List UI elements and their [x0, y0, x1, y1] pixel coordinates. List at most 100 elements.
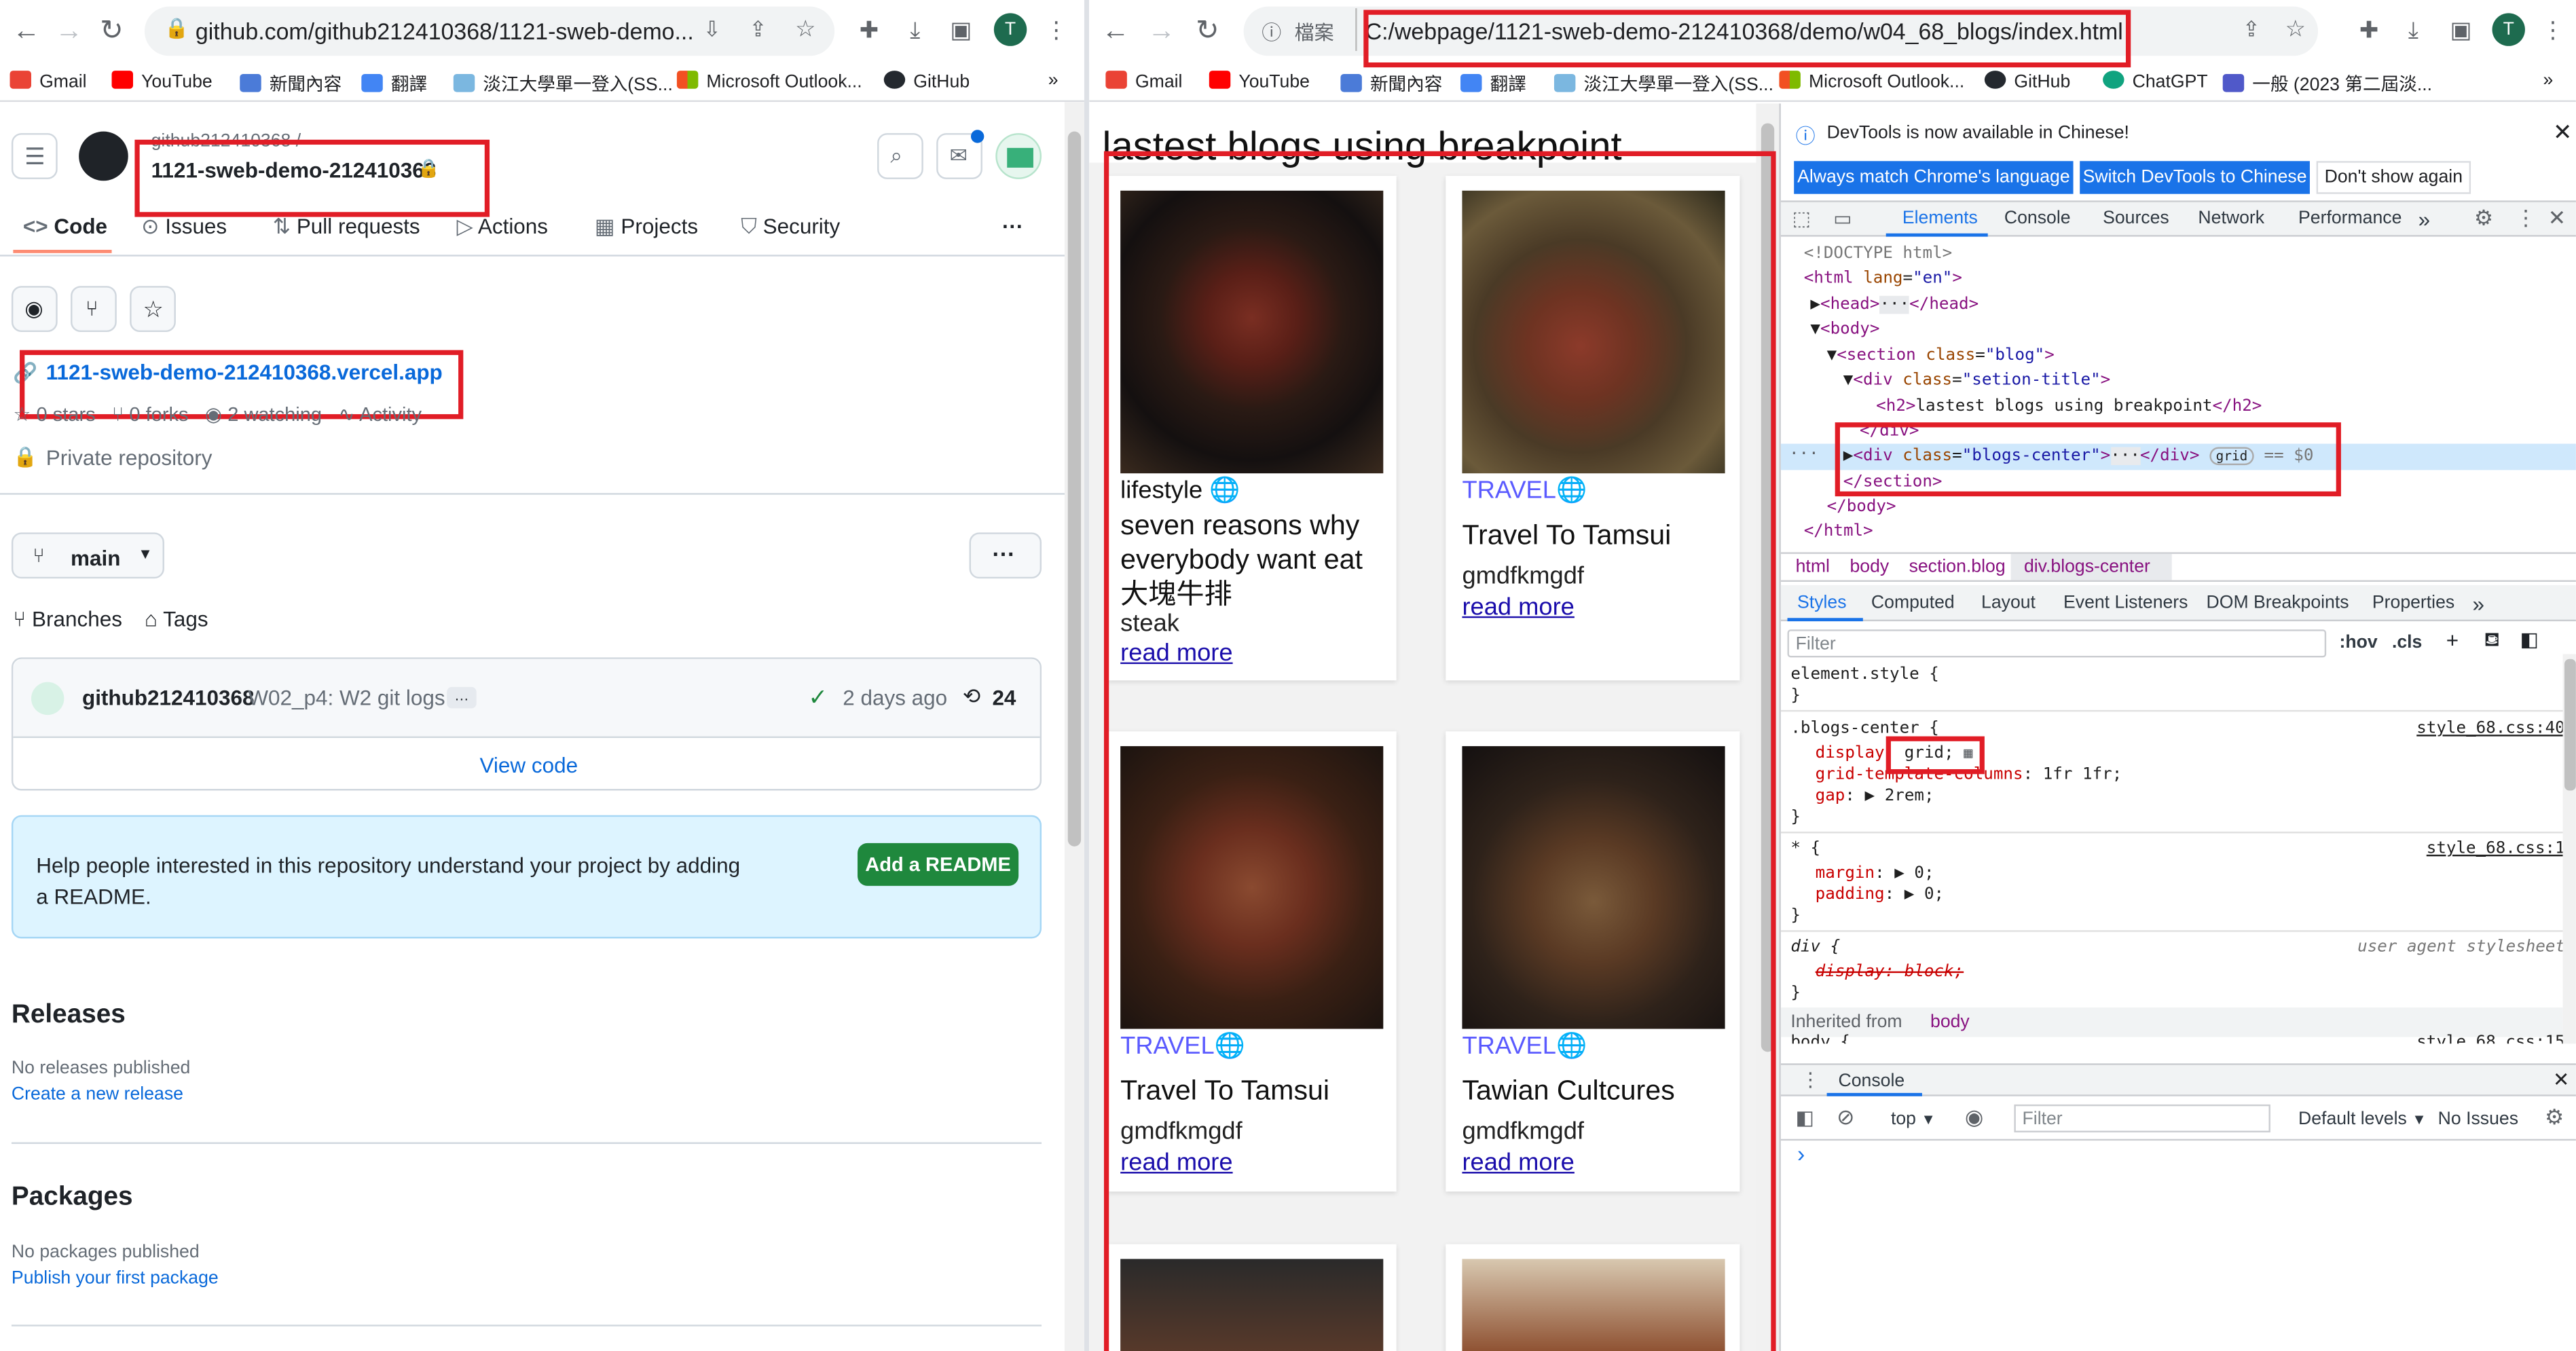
- back-icon[interactable]: ←: [10, 15, 43, 48]
- dom-h2[interactable]: <h2>lastest blogs using breakpoint</h2>: [1876, 398, 2262, 416]
- right-address-bar[interactable]: ⓘ 檔案 C:/webpage/1121-sweb-demo-212410368…: [1243, 6, 2319, 56]
- grid-badge[interactable]: grid: [2209, 447, 2254, 466]
- drawer-console-tab[interactable]: Console: [1839, 1071, 1905, 1091]
- dont-show-button[interactable]: Don't show again: [2316, 161, 2471, 194]
- grid-editor-icon[interactable]: ▦: [1964, 746, 1972, 762]
- bookmark-translate[interactable]: 翻譯: [1460, 71, 1526, 97]
- tab-actions[interactable]: ▷ Actions: [457, 214, 548, 240]
- read-more-link[interactable]: read more: [1462, 1149, 1574, 1177]
- bookmark-teams[interactable]: 一般 (2023 第二屆淡...: [2222, 71, 2432, 97]
- download-icon[interactable]: ⤓: [900, 15, 930, 45]
- branch-select[interactable]: ⑂ main ▼: [11, 532, 164, 579]
- blogs-center-selector[interactable]: .blogs-center {: [1790, 720, 1939, 738]
- tab-console[interactable]: Console: [2004, 208, 2071, 228]
- reload-icon[interactable]: ↻: [1191, 15, 1223, 48]
- close-devtools-icon[interactable]: ✕: [2548, 206, 2566, 232]
- left-url[interactable]: github.com/github212410368/1121-sweb-dem…: [196, 18, 694, 45]
- clear-console-icon[interactable]: ⊘: [1837, 1105, 1854, 1131]
- tabs-more[interactable]: ···: [1002, 214, 1023, 238]
- body-rule[interactable]: body {: [1790, 1034, 1850, 1044]
- decl-gap[interactable]: gap: ▶ 2rem;: [1816, 788, 1934, 806]
- tab-computed[interactable]: Computed: [1871, 593, 1955, 613]
- switch-chinese-button[interactable]: Switch DevTools to Chinese: [2080, 161, 2310, 194]
- github-logo-icon[interactable]: [79, 131, 128, 181]
- paint-icon[interactable]: ⛾: [2484, 628, 2500, 654]
- bookmark-translate[interactable]: 翻譯: [361, 71, 427, 97]
- forks-link[interactable]: 0 forks: [129, 403, 188, 426]
- sidepanel-icon[interactable]: ▣: [2446, 15, 2476, 45]
- dom-body[interactable]: ▼<body>: [1810, 320, 1879, 339]
- tab-network[interactable]: Network: [2198, 208, 2264, 228]
- crumb-div[interactable]: div.blogs-center: [2024, 557, 2150, 577]
- download-icon[interactable]: ⤓: [2399, 15, 2429, 45]
- styles-scrollbar[interactable]: [2562, 654, 2576, 1044]
- profile-avatar[interactable]: T: [2492, 13, 2525, 46]
- close-drawer-icon[interactable]: ✕: [2553, 1069, 2569, 1092]
- commit-message[interactable]: W02_p4: W2 git logs: [248, 686, 445, 710]
- hov-toggle[interactable]: :hov: [2340, 633, 2378, 652]
- fork-button[interactable]: ⑂: [71, 286, 117, 333]
- bookmark-news[interactable]: 新聞內容: [240, 71, 342, 97]
- activity-link[interactable]: Activity: [359, 403, 422, 426]
- cls-toggle[interactable]: .cls: [2392, 633, 2422, 652]
- tab-properties[interactable]: Properties: [2372, 593, 2454, 613]
- dom-section[interactable]: ▼<section class="blog">: [1827, 347, 2055, 365]
- hamburger-button[interactable]: ☰: [11, 133, 58, 179]
- match-language-button[interactable]: Always match Chrome's language: [1794, 161, 2074, 194]
- commit-expand[interactable]: …: [447, 686, 477, 709]
- blogs-center-source[interactable]: style_68.css:40: [2416, 720, 2562, 738]
- view-code-link[interactable]: View code: [480, 753, 578, 777]
- console-filter[interactable]: Filter: [2014, 1104, 2270, 1133]
- left-address-bar[interactable]: 🔒 github.com/github212410368/1121-sweb-d…: [144, 6, 835, 56]
- bookmark-github[interactable]: GitHub: [1984, 71, 2070, 92]
- bookmark-gmail[interactable]: Gmail: [1105, 71, 1182, 92]
- right-url[interactable]: C:/webpage/1121-sweb-demo-212410368/demo…: [1365, 18, 2123, 45]
- inherited-element[interactable]: body: [1930, 1012, 1970, 1032]
- stars-link[interactable]: 0 stars: [36, 403, 95, 426]
- user-avatar[interactable]: [995, 133, 1042, 179]
- commit-author[interactable]: github212410368: [82, 686, 255, 710]
- dom-div-close[interactable]: </div>: [1860, 422, 1919, 441]
- console-prompt[interactable]: ›: [1797, 1141, 1805, 1167]
- bookmarks-more[interactable]: »: [2543, 71, 2554, 90]
- star-icon[interactable]: ☆: [2285, 15, 2306, 43]
- create-release-link[interactable]: Create a new release: [12, 1085, 183, 1105]
- bookmark-tku-sso[interactable]: 淡江大學單一登入(SS...: [453, 71, 673, 97]
- decl-padding[interactable]: padding: ▶ 0;: [1816, 886, 1944, 904]
- dom-head[interactable]: ▶<head>···</head>: [1810, 295, 1979, 314]
- crumb-body[interactable]: body: [1850, 557, 1889, 577]
- publish-package-link[interactable]: Publish your first package: [12, 1269, 219, 1289]
- settings-gear-icon[interactable]: ⚙: [2474, 206, 2493, 232]
- sidebar-toggle-icon[interactable]: ◧: [2520, 628, 2539, 651]
- bookmark-gmail[interactable]: Gmail: [10, 71, 87, 92]
- dom-html-open[interactable]: <html lang="en">: [1804, 270, 1962, 288]
- left-scroll-thumb[interactable]: [1067, 131, 1082, 847]
- tab-dom-breakpoints[interactable]: DOM Breakpoints: [2207, 593, 2349, 613]
- decl-grid-columns[interactable]: grid-template-columns: 1fr 1fr;: [1816, 766, 2122, 784]
- console-settings-icon[interactable]: ⚙: [2545, 1105, 2564, 1131]
- device-icon[interactable]: ▭: [1833, 207, 1852, 230]
- code-more-button[interactable]: ···: [969, 532, 1042, 579]
- dom-html-close[interactable]: </html>: [1804, 523, 1873, 541]
- profile-avatar[interactable]: T: [993, 13, 1027, 46]
- bookmark-outlook[interactable]: Microsoft Outlook...: [676, 71, 862, 92]
- inspect-icon[interactable]: ⬚: [1792, 207, 1811, 230]
- extensions-icon[interactable]: ✚: [854, 15, 884, 45]
- page-scroll-thumb[interactable]: [1761, 123, 1775, 1052]
- watch-button[interactable]: ◉: [11, 286, 58, 333]
- close-notice-icon[interactable]: ✕: [2553, 118, 2572, 146]
- menu-icon[interactable]: ⋮: [2538, 15, 2568, 45]
- branches-link[interactable]: ⑂ Branches: [13, 606, 122, 631]
- tab-pull-requests[interactable]: ⇅ Pull requests: [273, 214, 420, 240]
- back-icon[interactable]: ←: [1099, 15, 1132, 48]
- decl-display[interactable]: display: grid; ▦: [1816, 745, 1973, 763]
- share-icon[interactable]: ⇪: [2243, 16, 2260, 43]
- page-scrollbar[interactable]: [1756, 103, 1780, 1351]
- tab-elements[interactable]: Elements: [1902, 208, 1978, 228]
- bookmark-github[interactable]: GitHub: [883, 71, 970, 92]
- div-selector[interactable]: div {: [1790, 938, 1840, 957]
- console-sidebar-icon[interactable]: ◧: [1796, 1106, 1814, 1129]
- watching-link[interactable]: 2 watching: [227, 403, 322, 426]
- share-icon[interactable]: ⇪: [749, 16, 767, 43]
- tab-performance[interactable]: Performance: [2298, 208, 2402, 228]
